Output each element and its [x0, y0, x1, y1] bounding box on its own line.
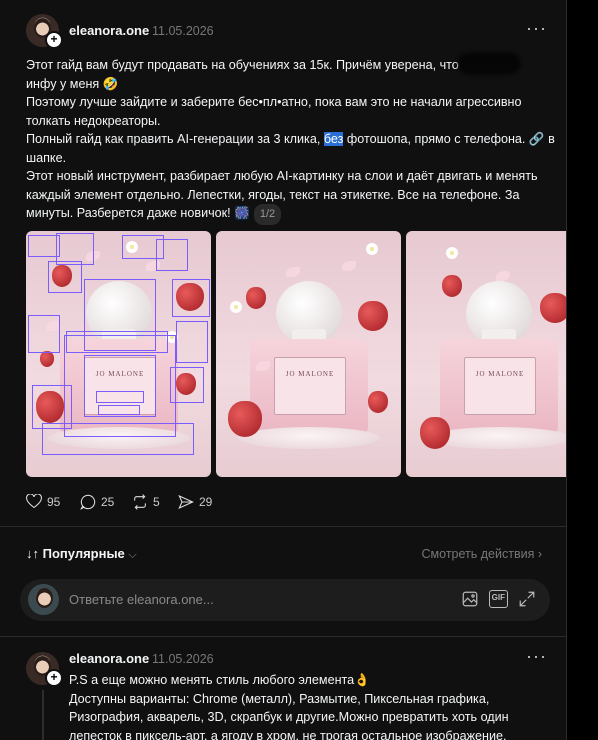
- image-icon[interactable]: [461, 590, 479, 608]
- comment-text-line: P.S а еще можно менять стиль любого элем…: [69, 673, 370, 687]
- petal: [496, 271, 510, 281]
- share-count: 29: [199, 495, 213, 509]
- bottle-label: JO MALONE: [464, 357, 536, 415]
- strawberry: [442, 275, 462, 297]
- petal: [342, 261, 356, 271]
- chevron-down-icon: ⌵: [128, 549, 137, 561]
- flower: [446, 247, 458, 259]
- comment-username[interactable]: eleanora.one: [69, 651, 149, 666]
- petal: [286, 267, 300, 277]
- gif-icon[interactable]: GIF: [488, 590, 508, 608]
- repost-count: 5: [153, 495, 160, 509]
- reply-icons: GIF: [461, 590, 536, 608]
- strawberry: [368, 391, 388, 413]
- flower: [366, 243, 378, 255]
- thread-panel: + eleanora.one 11.05.2026 ··· Этот гайд …: [0, 0, 567, 740]
- redacted-blur: [460, 56, 517, 71]
- strawberry: [358, 301, 388, 331]
- follow-plus-icon[interactable]: +: [45, 31, 63, 49]
- post-text-line: Этот гайд вам будут продавать на обучени…: [26, 58, 459, 72]
- expand-icon[interactable]: [518, 590, 536, 608]
- post-text-line: инфу у меня 🤣: [26, 76, 119, 91]
- post-text-line: Этот новый инструмент, разбирает любую A…: [26, 169, 538, 220]
- post-username[interactable]: eleanora.one: [69, 23, 149, 38]
- comment-more-icon[interactable]: ···: [526, 646, 547, 667]
- post-date: 11.05.2026: [152, 24, 214, 38]
- flower: [230, 301, 242, 313]
- comment-body: P.S а еще можно менять стиль любого элем…: [69, 671, 549, 740]
- sort-label: Популярные: [42, 546, 125, 561]
- view-activity-link[interactable]: Смотреть действия ›: [422, 547, 542, 561]
- layer-box: [156, 239, 188, 271]
- post-image-3[interactable]: JO MALONE: [406, 231, 566, 477]
- like-count: 95: [47, 494, 61, 509]
- selected-text: без: [323, 132, 344, 146]
- translation-pager[interactable]: 1/2: [253, 204, 282, 225]
- divider: [0, 636, 566, 637]
- share-button[interactable]: 29: [178, 494, 212, 510]
- bottle-label: JO MALONE: [274, 357, 346, 415]
- brand-text: JO MALONE: [475, 370, 525, 378]
- post-more-icon[interactable]: ···: [526, 18, 547, 39]
- repost-icon: [134, 494, 146, 510]
- post-text-line: Поэтому лучше зайдите и заберите бес•пл•…: [26, 95, 522, 128]
- comment-date: 11.05.2026: [152, 652, 214, 666]
- sort-dropdown[interactable]: ↓↑ Популярные ⌵: [26, 546, 137, 562]
- chevron-right-icon: ›: [537, 547, 542, 561]
- strawberry: [40, 351, 54, 367]
- post-text-line: Полный гайд как править AI-генерации за …: [26, 132, 321, 146]
- comment-text-line: Доступны варианты: Chrome (металл), Разм…: [69, 691, 509, 740]
- layer-box: [42, 423, 194, 455]
- comment-icon: [80, 494, 96, 510]
- post-image-2[interactable]: JO MALONE: [216, 231, 401, 477]
- layer-box: [172, 279, 210, 317]
- layer-box: [170, 367, 204, 403]
- sort-arrows-icon: ↓↑: [26, 546, 39, 561]
- view-activity-label: Смотреть действия: [421, 547, 535, 561]
- post-body: Этот гайд вам будут продавать на обучени…: [26, 56, 556, 225]
- layer-box: [98, 405, 140, 415]
- plate: [238, 427, 380, 449]
- send-icon: [178, 494, 194, 510]
- divider: [0, 526, 566, 527]
- thread-line: [42, 690, 44, 740]
- current-user-avatar: [28, 584, 59, 615]
- layer-box: [176, 321, 208, 363]
- comment-count: 25: [101, 495, 115, 509]
- layer-box: [96, 391, 144, 403]
- strawberry: [420, 417, 450, 449]
- comment-button[interactable]: 25: [80, 494, 114, 510]
- strawberry: [246, 287, 266, 309]
- follow-plus-icon[interactable]: +: [45, 669, 63, 687]
- layer-box: [48, 261, 82, 293]
- repost-button[interactable]: 5: [132, 494, 160, 510]
- post-image-1[interactable]: JO MALONE: [26, 231, 211, 477]
- heart-icon: [26, 494, 42, 509]
- reply-input[interactable]: Ответьте eleanora.one...: [69, 592, 214, 607]
- reply-box[interactable]: Ответьте eleanora.one... GIF: [20, 579, 550, 621]
- brand-text: JO MALONE: [285, 370, 335, 378]
- like-button[interactable]: 95: [26, 494, 60, 509]
- strawberry: [228, 401, 262, 437]
- strawberry: [540, 293, 566, 323]
- layer-box: [28, 315, 60, 353]
